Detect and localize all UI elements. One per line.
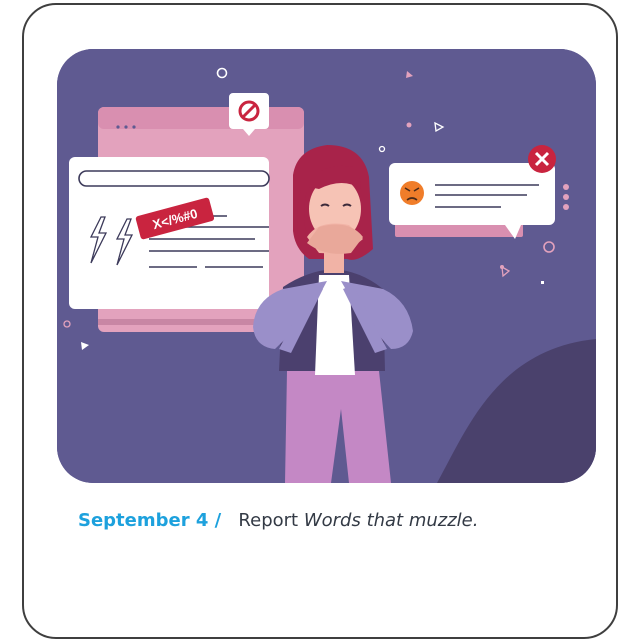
post-illustration[interactable]: X</%#0	[57, 49, 596, 483]
post-date: September 4 /	[78, 510, 222, 531]
angry-face-icon	[400, 181, 424, 205]
post-title[interactable]: Words that muzzle.	[304, 510, 479, 531]
close-icon	[528, 145, 556, 173]
dots-vertical-icon	[563, 184, 569, 210]
post-type: Report	[238, 510, 299, 531]
post-caption: September 4 / Report Words that muzzle.	[78, 510, 598, 531]
comment-window	[69, 157, 270, 309]
